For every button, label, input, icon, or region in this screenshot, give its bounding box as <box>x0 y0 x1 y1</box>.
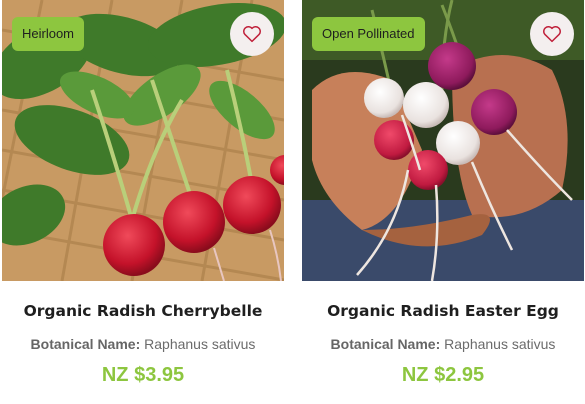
product-card[interactable]: Open Pollinated Organic Radish Easter Eg… <box>302 0 584 404</box>
favorite-button[interactable] <box>530 12 574 56</box>
heart-outline-icon <box>543 26 561 43</box>
product-title[interactable]: Organic Radish Easter Egg <box>302 302 584 320</box>
product-title[interactable]: Organic Radish Cherrybelle <box>2 302 284 320</box>
heart-outline-icon <box>243 26 261 43</box>
botanical-value: Raphanus sativus <box>444 336 556 352</box>
favorite-button[interactable] <box>230 12 274 56</box>
heirloom-badge: Heirloom <box>12 17 85 51</box>
open-pollinated-badge: Open Pollinated <box>312 17 425 51</box>
botanical-name: Botanical Name: Raphanus sativus <box>2 336 284 352</box>
product-price: NZ $2.95 <box>401 364 485 386</box>
botanical-label: Botanical Name: <box>30 336 141 352</box>
botanical-name: Botanical Name: Raphanus sativus <box>302 336 584 352</box>
product-card[interactable]: Heirloom Organic Radish Cherrybelle Bota… <box>2 0 284 404</box>
botanical-label: Botanical Name: <box>330 336 441 352</box>
botanical-value: Raphanus sativus <box>144 336 256 352</box>
product-grid: Heirloom Organic Radish Cherrybelle Bota… <box>0 0 585 404</box>
product-price: NZ $3.95 <box>101 364 185 386</box>
